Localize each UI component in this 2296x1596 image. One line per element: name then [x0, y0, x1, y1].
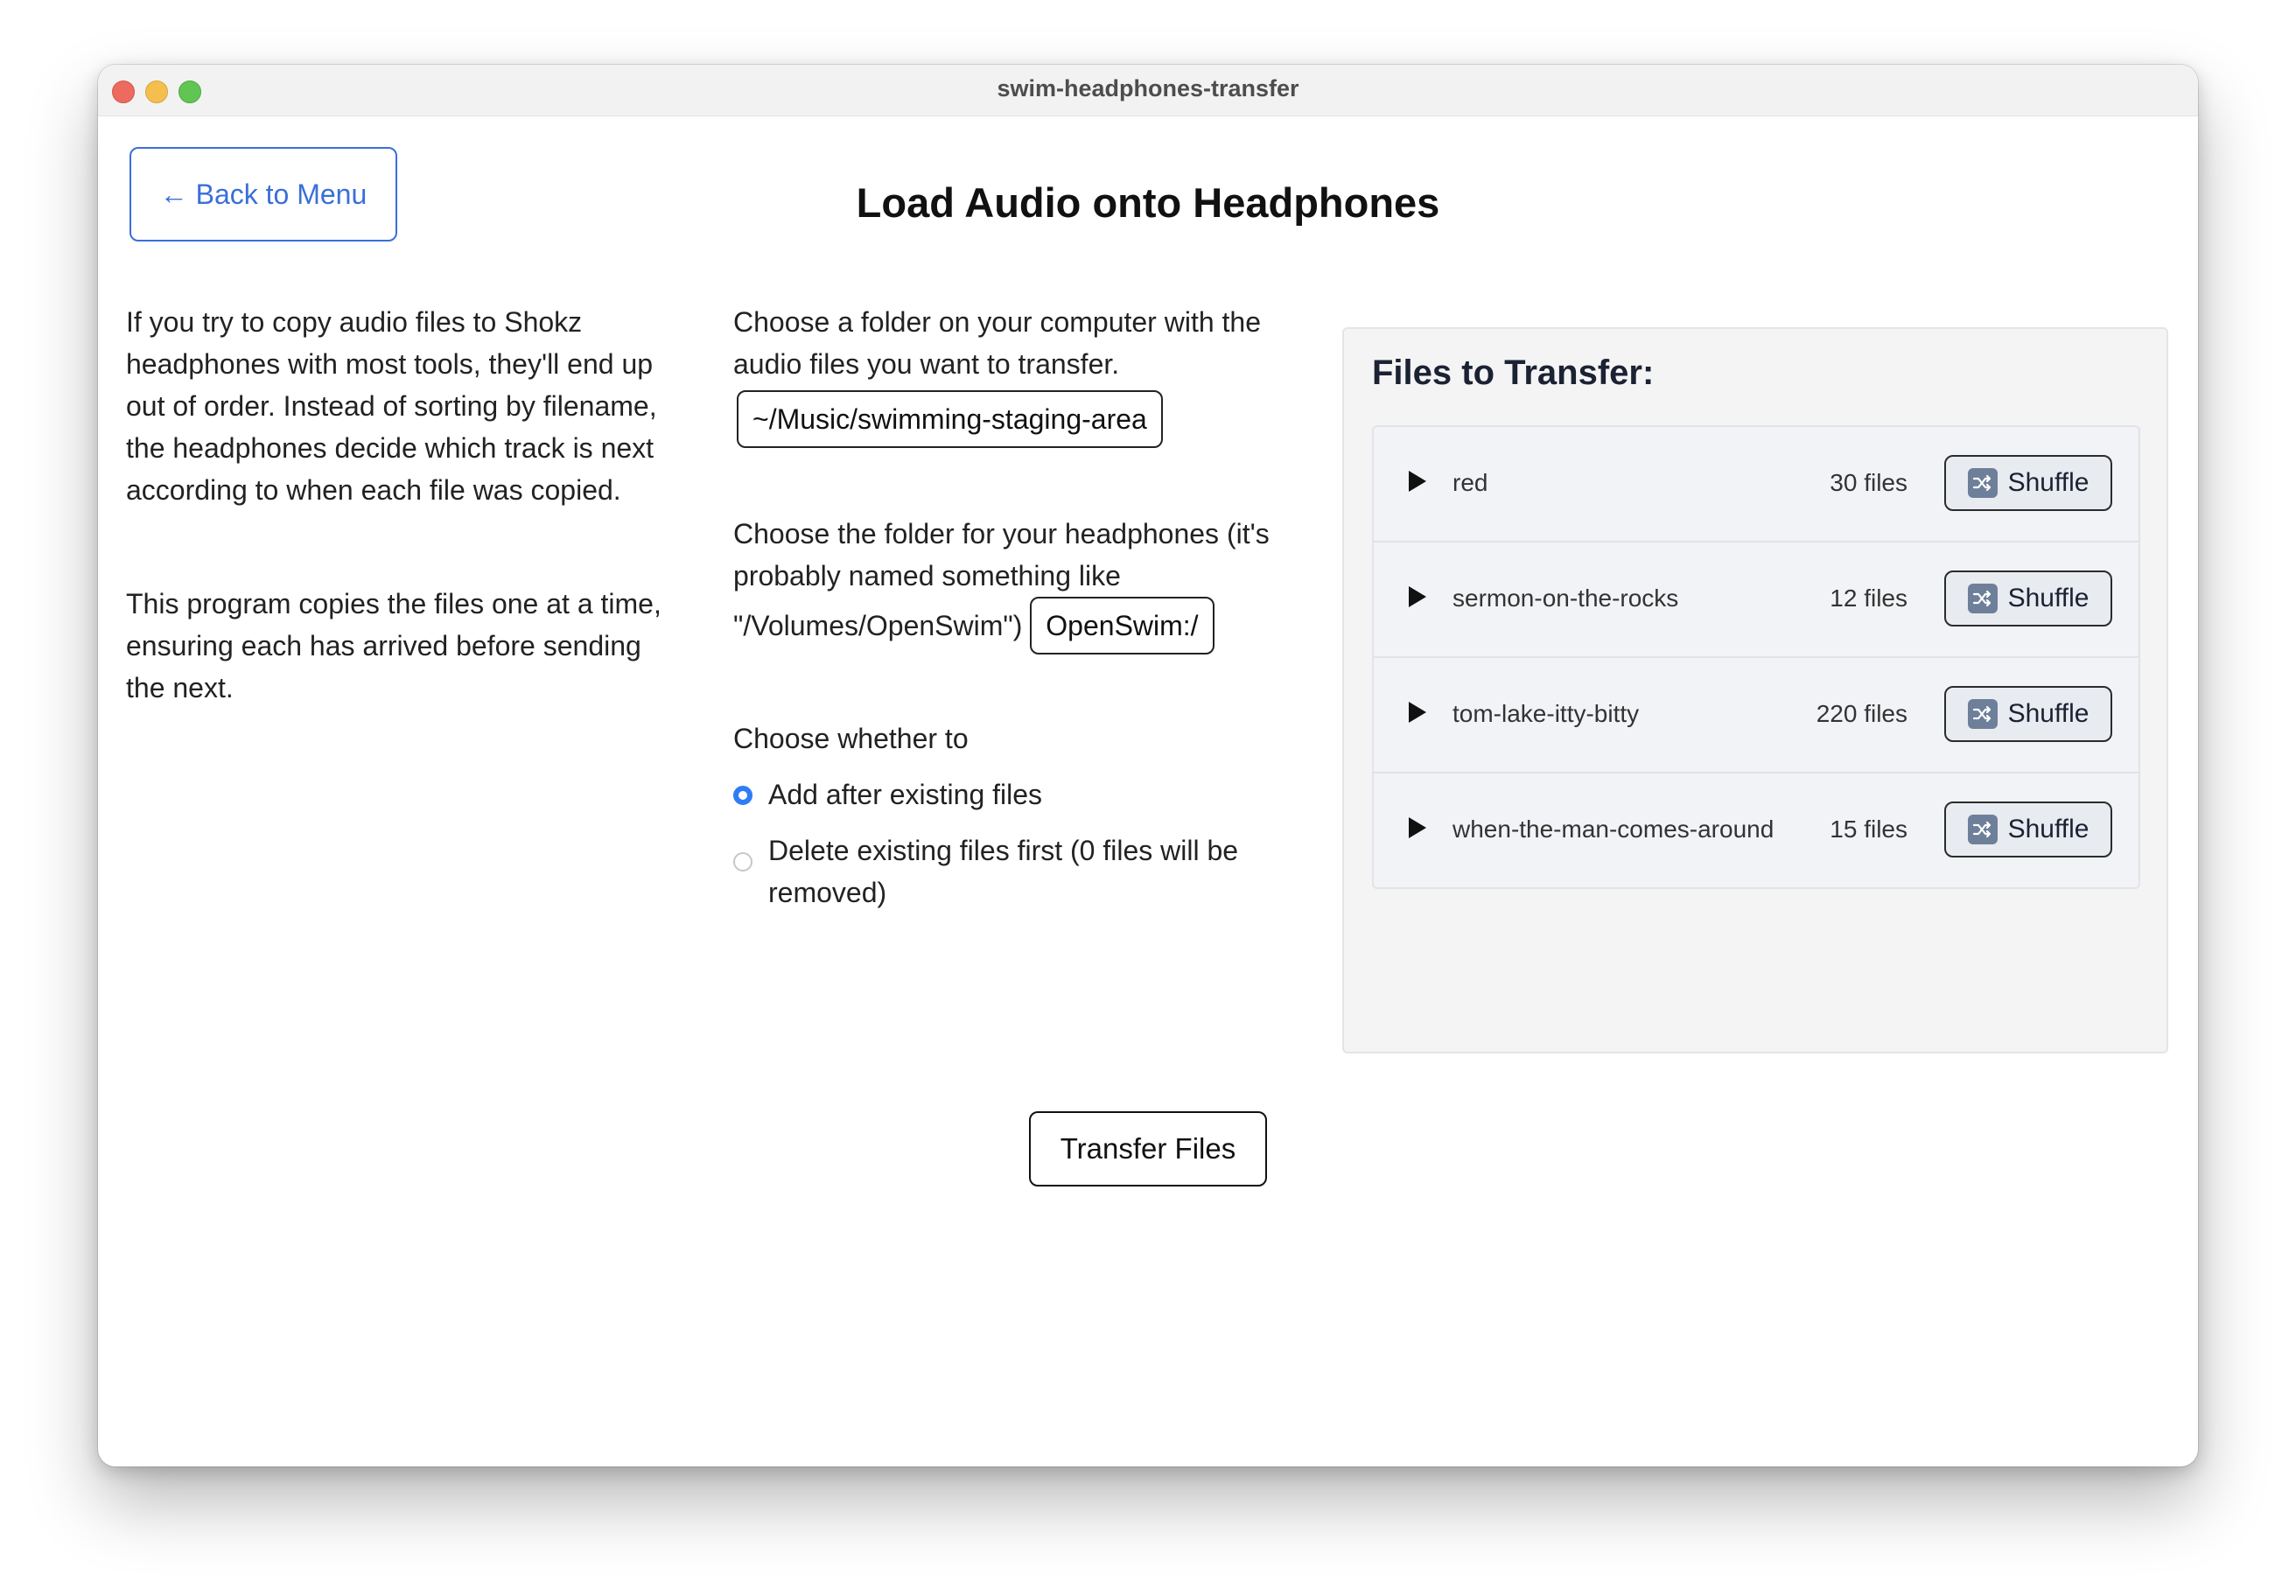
window-title: swim-headphones-transfer: [997, 75, 1299, 102]
play-icon[interactable]: [1409, 817, 1426, 838]
play-icon[interactable]: [1409, 702, 1426, 723]
shuffle-button[interactable]: Shuffle: [1944, 455, 2112, 511]
main-content: ← Back to Menu Load Audio onto Headphone…: [98, 116, 2198, 1466]
shuffle-label: Shuffle: [2007, 699, 2090, 728]
radio-delete-label[interactable]: Delete existing files first (0 files wil…: [768, 830, 1293, 914]
folder-row-when-the-man-comes-around: when-the-man-comes-around 15 files Shuff…: [1374, 774, 2138, 887]
source-folder-picker[interactable]: ~/Music/swimming-staging-area: [737, 390, 1163, 448]
page-title: Load Audio onto Headphones: [856, 179, 1440, 226]
destination-instruction: Choose the folder for your headphones (i…: [733, 513, 1293, 654]
folder-row-tom-lake-itty-bitty: tom-lake-itty-bitty 220 files Shuffle: [1374, 658, 2138, 774]
folder-row-sermon-on-the-rocks: sermon-on-the-rocks 12 files Shuffle: [1374, 542, 2138, 658]
intro-paragraph-1: If you try to copy audio files to Shokz …: [126, 306, 657, 506]
files-panel-title: Files to Transfer:: [1372, 354, 1655, 392]
play-icon[interactable]: [1409, 586, 1426, 607]
play-icon[interactable]: [1409, 471, 1426, 492]
shuffle-icon: [1967, 584, 1998, 613]
shuffle-button[interactable]: Shuffle: [1944, 686, 2112, 742]
title-bar[interactable]: swim-headphones-transfer: [98, 65, 2198, 116]
intro-text: If you try to copy audio files to Shokz …: [126, 301, 686, 709]
shuffle-icon: [1967, 815, 1998, 844]
folder-row-red: red 30 files Shuffle: [1374, 427, 2138, 542]
radio-option-delete[interactable]: Delete existing files first (0 files wil…: [733, 830, 1293, 914]
shuffle-label: Shuffle: [2007, 584, 2090, 612]
file-count: 220 files: [1816, 700, 1908, 727]
shuffle-button[interactable]: Shuffle: [1944, 570, 2112, 626]
shuffle-icon: [1967, 468, 1998, 498]
file-count: 30 files: [1830, 469, 1908, 496]
shuffle-icon: [1967, 699, 1998, 729]
folder-name: sermon-on-the-rocks: [1452, 584, 1679, 612]
radio-add-label[interactable]: Add after existing files: [768, 774, 1042, 816]
source-instruction: Choose a folder on your computer with th…: [733, 306, 1261, 380]
radio-option-add[interactable]: Add after existing files: [733, 774, 1293, 816]
file-count: 12 files: [1830, 584, 1908, 612]
shuffle-label: Shuffle: [2007, 468, 2090, 497]
settings-column: Choose a folder on your computer with th…: [733, 301, 1293, 914]
shuffle-button[interactable]: Shuffle: [1944, 802, 2112, 858]
files-to-transfer-panel: Files to Transfer: red 30 files Shuffle: [1342, 327, 2168, 1054]
app-window: swim-headphones-transfer ← Back to Menu …: [98, 65, 2198, 1466]
folder-list: red 30 files Shuffle sermon-on-the-rocks…: [1372, 425, 2140, 889]
destination-folder-picker[interactable]: OpenSwim:/: [1030, 597, 1214, 654]
intro-paragraph-2: This program copies the files one at a t…: [126, 588, 662, 704]
folder-name: when-the-man-comes-around: [1452, 816, 1774, 843]
folder-name: tom-lake-itty-bitty: [1452, 700, 1640, 727]
shuffle-label: Shuffle: [2007, 815, 2090, 844]
folder-name: red: [1452, 469, 1488, 496]
source-section: Choose a folder on your computer with th…: [733, 301, 1293, 448]
radio-delete-existing[interactable]: [733, 852, 752, 872]
mode-section: Choose whether to Add after existing fil…: [733, 718, 1293, 914]
radio-add-after-existing[interactable]: [733, 786, 752, 805]
transfer-files-button[interactable]: Transfer Files: [1029, 1111, 1267, 1186]
file-count: 15 files: [1830, 816, 1908, 843]
mode-prompt: Choose whether to: [733, 723, 969, 754]
destination-section: Choose the folder for your headphones (i…: [733, 513, 1293, 654]
